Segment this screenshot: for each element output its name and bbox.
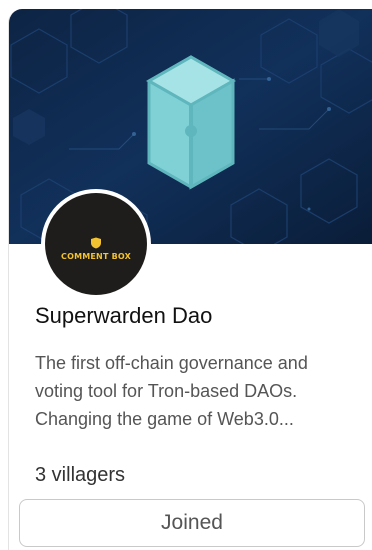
description-line: The first off-chain governance and	[35, 353, 308, 373]
description-line: Changing the game of Web3.0...	[35, 409, 294, 429]
avatar-logo-text: COMMENT BOX	[61, 252, 131, 261]
member-count: 3 villagers	[35, 464, 126, 486]
community-title[interactable]: Superwarden Dao	[35, 301, 212, 331]
shield-icon	[91, 237, 101, 249]
joined-button[interactable]: Joined	[19, 499, 365, 547]
cube-icon	[145, 55, 237, 190]
avatar-logo: COMMENT BOX	[45, 193, 147, 295]
community-avatar: COMMENT BOX	[41, 189, 151, 299]
community-card[interactable]: COMMENT BOX Superwarden Dao The first of…	[8, 9, 372, 550]
description-line: voting tool for Tron-based DAOs.	[35, 381, 298, 401]
community-description: The first off-chain governance and votin…	[35, 349, 371, 433]
